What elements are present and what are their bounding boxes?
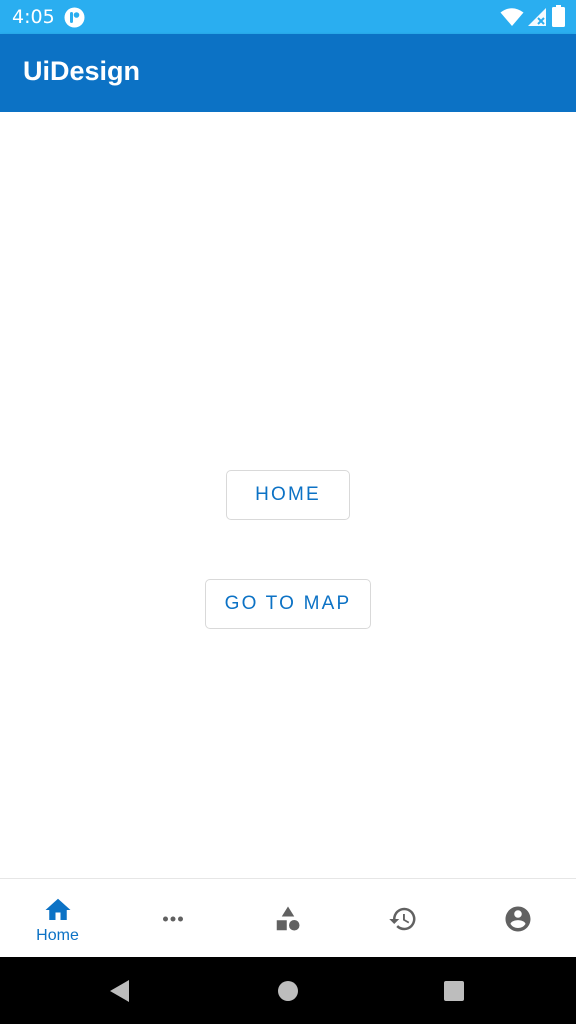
nav-item-history[interactable] bbox=[345, 879, 460, 958]
nav-item-more[interactable] bbox=[115, 879, 230, 958]
history-icon bbox=[388, 907, 415, 930]
app-bar: UiDesign bbox=[0, 34, 576, 112]
wifi-icon bbox=[500, 8, 524, 26]
app-title: UiDesign bbox=[23, 56, 141, 86]
app-notification-icon bbox=[64, 7, 85, 28]
main-content: HOME GO TO MAP bbox=[0, 112, 576, 878]
system-navigation-bar bbox=[0, 957, 576, 1024]
status-bar: 4:05 bbox=[0, 0, 576, 34]
home-icon bbox=[45, 898, 70, 920]
account-circle-icon bbox=[505, 906, 530, 931]
status-time: 4:05 bbox=[12, 6, 55, 28]
more-horizontal-icon bbox=[162, 916, 183, 921]
nav-item-shapes[interactable] bbox=[230, 879, 345, 958]
bottom-navigation: Home bbox=[0, 878, 576, 957]
go-to-map-button[interactable]: GO TO MAP bbox=[205, 579, 371, 629]
nav-item-account[interactable] bbox=[460, 879, 575, 958]
home-button[interactable]: HOME bbox=[226, 470, 350, 520]
signal-no-service-icon bbox=[528, 8, 546, 26]
recents-square-icon[interactable] bbox=[440, 977, 468, 1005]
screen: 4:05 UiDesign HOME GO TO MAP Home bbox=[0, 0, 576, 1024]
shapes-icon bbox=[276, 906, 299, 930]
nav-item-home[interactable]: Home bbox=[0, 879, 115, 958]
back-triangle-icon[interactable] bbox=[106, 977, 134, 1005]
battery-full-icon bbox=[552, 5, 565, 27]
nav-item-home-label: Home bbox=[36, 926, 79, 944]
home-circle-icon[interactable] bbox=[274, 977, 302, 1005]
